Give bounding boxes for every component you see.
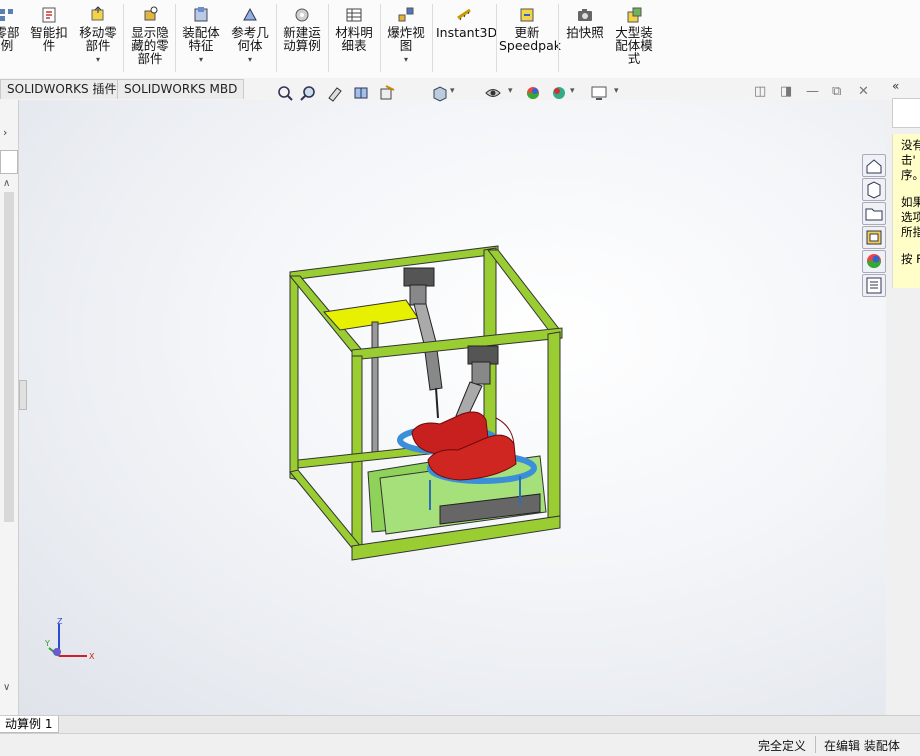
tab-motion-study-1[interactable]: 动算例 1 <box>0 716 60 733</box>
view-settings-icon[interactable] <box>590 84 608 102</box>
view-orientation-icon[interactable] <box>430 84 448 102</box>
ribbon-separator <box>328 4 329 72</box>
folder-icon <box>865 208 883 221</box>
view-palette-tab[interactable] <box>862 226 886 249</box>
ribbon-separator <box>276 4 277 72</box>
edit-appearance-icon[interactable] <box>524 84 542 102</box>
assembly-feature-icon <box>194 7 208 22</box>
status-bar: 完全定义 在编辑 装配体 <box>0 733 920 756</box>
minimize-icon[interactable]: — <box>806 84 819 99</box>
display-style-icon[interactable] <box>484 84 502 102</box>
dropdown-arrow-icon[interactable]: ▾ <box>228 53 272 66</box>
zoom-to-fit-icon[interactable] <box>276 84 294 102</box>
reference-geometry-icon <box>243 7 257 21</box>
design-library-tab[interactable] <box>862 178 886 201</box>
tab-solidworks-addins[interactable]: SOLIDWORKS 插件 <box>0 79 124 99</box>
large-assembly-mode-button[interactable]: 大型装 配体模 式 <box>610 6 658 65</box>
home-icon <box>866 159 882 174</box>
assembly-features-button[interactable]: 装配体 特征 ▾ <box>179 6 223 66</box>
assembly-model <box>288 245 563 561</box>
move-component-icon <box>91 6 104 21</box>
section-view-icon[interactable] <box>352 84 370 102</box>
view-palette-icon <box>866 230 882 245</box>
restore-pane-icon[interactable]: ◫ <box>754 84 766 99</box>
zoom-to-area-icon[interactable] <box>300 84 318 102</box>
instant3d-icon <box>457 8 471 21</box>
scrollbar-thumb[interactable] <box>4 192 14 522</box>
exploded-view-button[interactable]: 爆炸视 图 ▾ <box>384 6 428 66</box>
ribbon-separator <box>380 4 381 72</box>
previous-view-icon[interactable] <box>326 84 344 102</box>
maximize-icon[interactable]: ⧉ <box>832 84 841 99</box>
command-manager-ribbon: 零部 例 智能扣 件 移动零 部件 ▾ 显示隐 藏的零 部件 装配体 特征 ▾ … <box>0 0 920 79</box>
file-explorer-tab[interactable] <box>862 202 886 225</box>
task-pane-tabs <box>859 150 887 300</box>
smart-fastener-button[interactable]: 智能扣 件 <box>27 6 71 52</box>
appearances-tab[interactable] <box>862 250 886 273</box>
definition-status: 完全定义 <box>758 739 807 753</box>
dropdown-arrow-icon[interactable]: ▾ <box>570 86 575 96</box>
show-hidden-components-button[interactable]: 显示隐 藏的零 部件 <box>127 6 173 65</box>
large-assembly-icon <box>627 7 642 23</box>
status-divider <box>815 736 816 753</box>
task-pane-header <box>892 98 920 128</box>
properties-icon <box>866 277 882 294</box>
bom-icon <box>346 8 362 22</box>
take-snapshot-button[interactable]: 拍快照 <box>562 6 608 39</box>
panel-field[interactable] <box>0 150 18 174</box>
move-component-button[interactable]: 移动零 部件 ▾ <box>76 6 120 66</box>
close-icon[interactable]: ✕ <box>858 84 869 99</box>
dropdown-arrow-icon[interactable]: ▾ <box>508 86 513 96</box>
tab-solidworks-mbd[interactable]: SOLIDWORKS MBD <box>117 79 245 99</box>
show-hidden-icon <box>144 6 158 21</box>
exploded-view-icon <box>398 7 414 22</box>
expand-arrow-icon[interactable]: › <box>3 126 7 139</box>
dynamic-annotation-icon[interactable] <box>378 84 396 102</box>
ribbon-separator <box>123 4 124 72</box>
dropdown-arrow-icon[interactable]: ▾ <box>384 53 428 66</box>
new-motion-study-icon <box>295 8 309 22</box>
instant3d-button[interactable]: Instant3D <box>436 6 497 39</box>
triad-z-label: Z <box>57 618 63 626</box>
scroll-down-icon[interactable]: ∨ <box>3 682 10 693</box>
dropdown-arrow-icon[interactable]: ▾ <box>614 86 619 96</box>
panel-splitter-handle[interactable] <box>19 380 27 410</box>
update-speedpak-button[interactable]: 更新 Speedpak <box>499 6 561 52</box>
new-motion-study-button[interactable]: 新建运 动算例 <box>280 6 324 52</box>
dropdown-arrow-icon[interactable]: ▾ <box>450 86 455 96</box>
library-icon <box>867 181 881 199</box>
speedpak-icon <box>520 8 534 22</box>
linear-pattern-button[interactable]: 零部 例 <box>0 6 22 52</box>
ribbon-separator <box>175 4 176 72</box>
bill-of-materials-button[interactable]: 材料明 细表 <box>332 6 376 52</box>
task-pane-tip: 没有 击' 序。 如果 选项 所指 按 F <box>892 134 920 288</box>
editing-status: 在编辑 装配体 <box>824 739 900 753</box>
collapse-task-pane-icon[interactable]: « <box>892 79 899 93</box>
custom-properties-tab[interactable] <box>862 274 886 297</box>
snapshot-icon <box>578 9 592 21</box>
ribbon-separator <box>432 4 433 72</box>
dropdown-arrow-icon[interactable]: ▾ <box>179 53 223 66</box>
ribbon-separator <box>558 4 559 72</box>
triad-x-label: X <box>89 652 95 661</box>
split-pane-icon[interactable]: ◨ <box>780 84 792 99</box>
dropdown-arrow-icon[interactable]: ▾ <box>76 53 120 66</box>
pattern-icon <box>0 9 13 21</box>
motion-study-tabs: 动算例 1 <box>0 715 920 734</box>
triad-y-label: Y <box>44 639 50 648</box>
smart-fastener-icon <box>42 7 56 23</box>
orientation-triad: Z X Y <box>44 618 95 661</box>
solidworks-resources-tab[interactable] <box>862 154 886 177</box>
apply-scene-icon[interactable] <box>550 84 568 102</box>
feature-manager-panel-edge: › ∧ ∨ <box>0 100 19 715</box>
scroll-up-icon[interactable]: ∧ <box>3 178 10 189</box>
appearance-ball-icon <box>867 254 881 268</box>
reference-geometry-button[interactable]: 参考几 何体 ▾ <box>228 6 272 66</box>
graphics-area[interactable]: Z X Y <box>19 100 886 715</box>
ribbon-separator <box>496 4 497 72</box>
